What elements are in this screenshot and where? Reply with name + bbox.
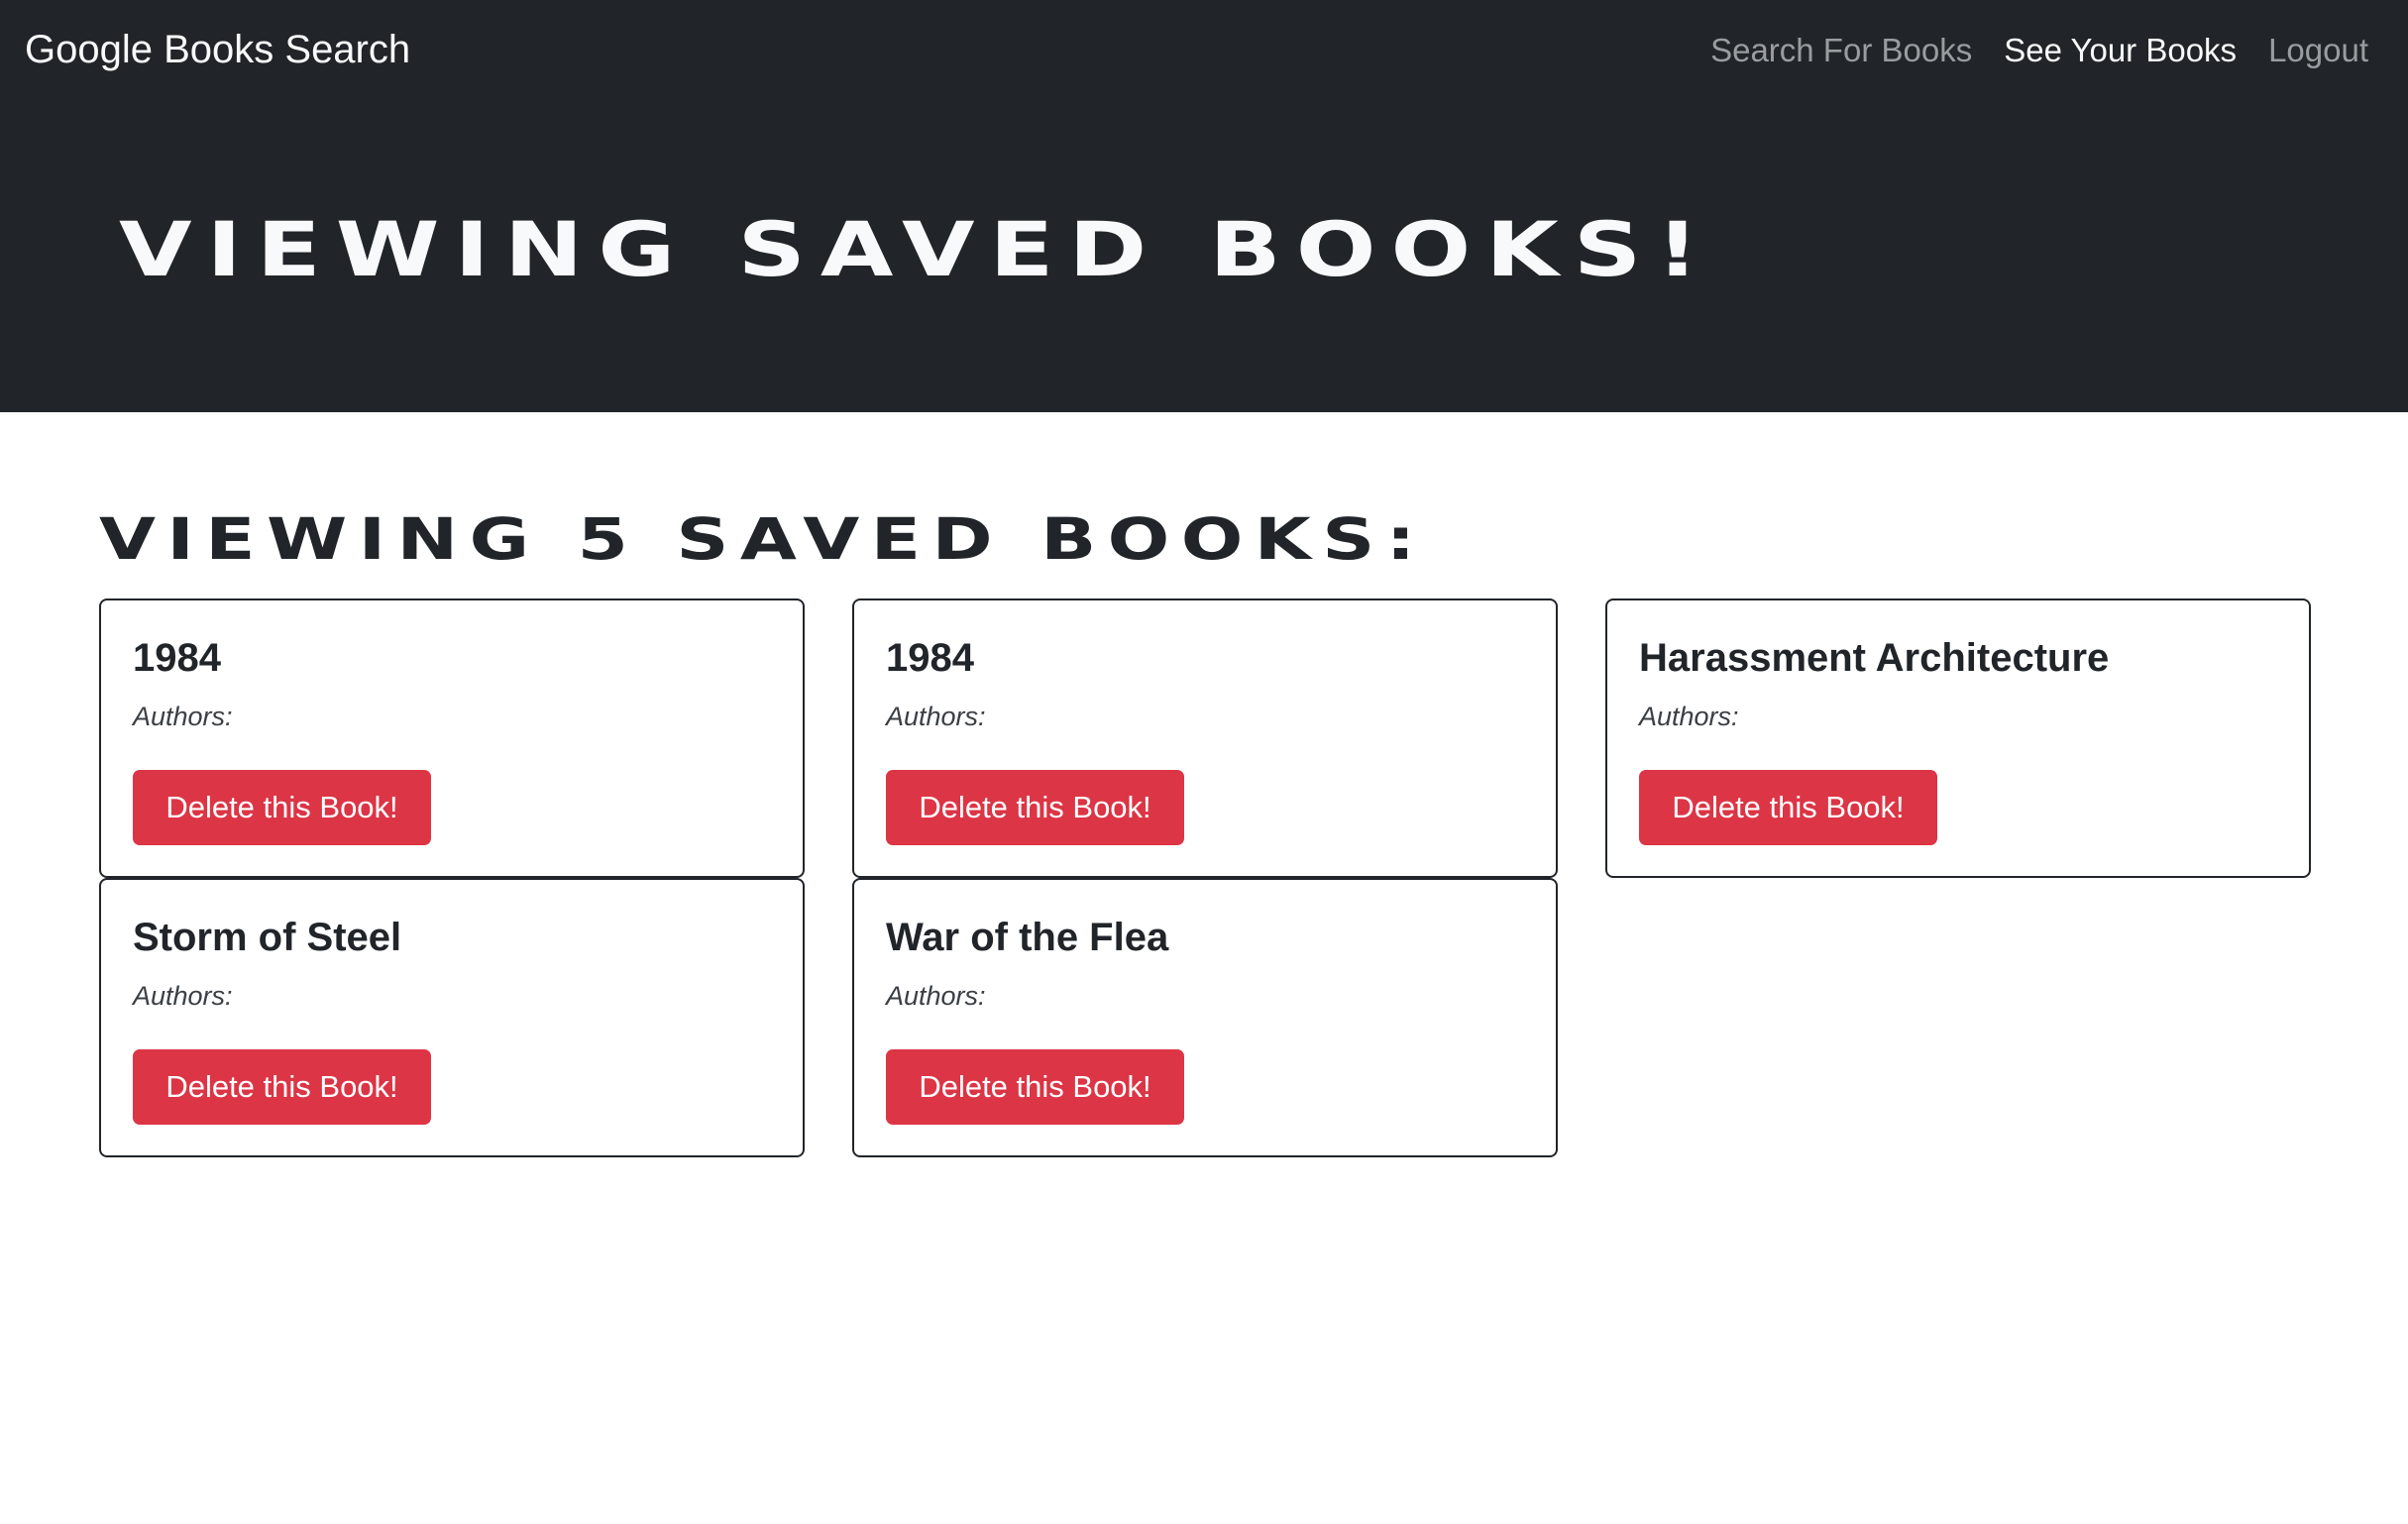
nav-link-see-your-books[interactable]: See Your Books bbox=[2004, 32, 2237, 69]
delete-book-button[interactable]: Delete this Book! bbox=[133, 770, 431, 845]
brand-link[interactable]: Google Books Search bbox=[25, 28, 410, 72]
book-authors: Authors: bbox=[133, 702, 233, 731]
book-authors: Authors: bbox=[1639, 702, 1739, 731]
book-title: Storm of Steel bbox=[133, 916, 402, 959]
book-title: 1984 bbox=[886, 636, 974, 680]
book-authors: Authors: bbox=[133, 981, 233, 1011]
book-title: War of the Flea bbox=[886, 916, 1169, 959]
nav-links: Search For Books See Your Books Logout bbox=[1710, 32, 2368, 69]
book-card: 1984 Authors: Delete this Book! bbox=[99, 599, 805, 878]
book-card: Storm of Steel Authors: Delete this Book… bbox=[99, 878, 805, 1157]
hero-banner: Viewing saved books! bbox=[0, 111, 2408, 412]
book-authors: Authors: bbox=[886, 702, 986, 731]
book-card: War of the Flea Authors: Delete this Boo… bbox=[852, 878, 1558, 1157]
book-title: Harassment Architecture bbox=[1639, 636, 2110, 680]
nav-link-search-for-books[interactable]: Search For Books bbox=[1710, 32, 1972, 69]
book-card: Harassment Architecture Authors: Delete … bbox=[1605, 599, 2311, 878]
nav-link-logout[interactable]: Logout bbox=[2268, 32, 2368, 69]
page-title: Viewing saved books! bbox=[119, 205, 1714, 293]
book-title: 1984 bbox=[133, 636, 221, 680]
results-heading: Viewing 5 saved books: bbox=[99, 505, 1427, 573]
book-authors: Authors: bbox=[886, 981, 986, 1011]
delete-book-button[interactable]: Delete this Book! bbox=[133, 1049, 431, 1125]
delete-book-button[interactable]: Delete this Book! bbox=[886, 1049, 1184, 1125]
book-card: 1984 Authors: Delete this Book! bbox=[852, 599, 1558, 878]
delete-book-button[interactable]: Delete this Book! bbox=[886, 770, 1184, 845]
top-navbar: Google Books Search Search For Books See… bbox=[0, 0, 2408, 111]
delete-book-button[interactable]: Delete this Book! bbox=[1639, 770, 1937, 845]
